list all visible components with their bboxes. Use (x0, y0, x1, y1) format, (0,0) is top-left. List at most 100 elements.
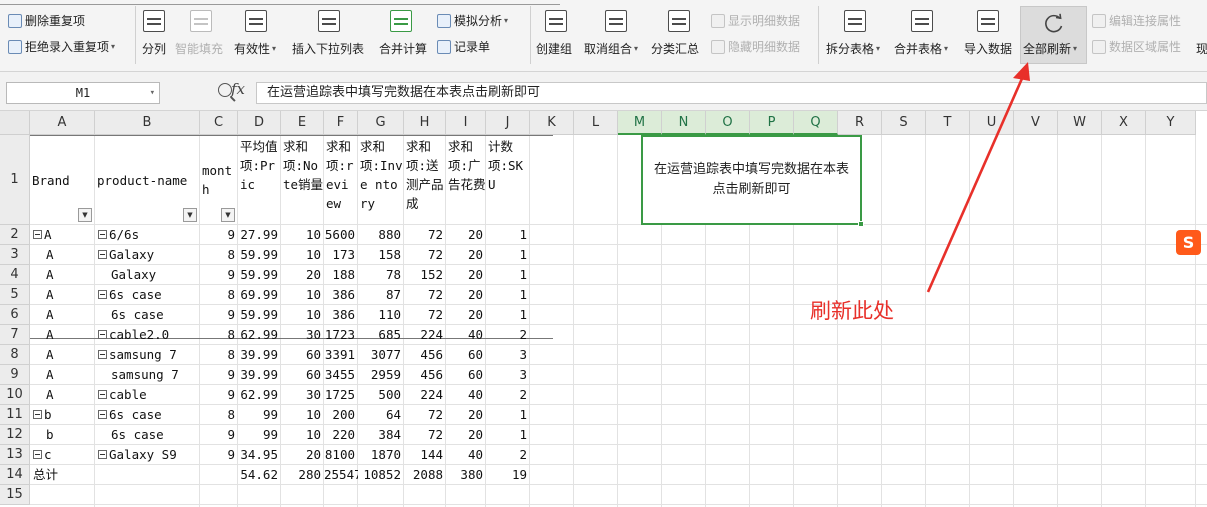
pivot-cell[interactable]: 9 (200, 265, 238, 285)
pivot-cell[interactable]: 59.99 (238, 245, 281, 265)
zoom-icon[interactable] (218, 83, 232, 97)
pivot-cell[interactable]: 6s case (95, 425, 200, 445)
pivot-cell[interactable]: 10 (281, 225, 324, 245)
pivot-cell[interactable]: 20 (446, 265, 486, 285)
collapse-toggle-icon[interactable] (33, 410, 42, 419)
pivot-cell[interactable]: 20 (446, 285, 486, 305)
pivot-cell[interactable]: A (30, 305, 95, 325)
pivot-cell[interactable]: 72 (404, 305, 446, 325)
select-all-corner[interactable] (0, 111, 30, 135)
pivot-cell[interactable]: 6/6s (95, 225, 200, 245)
pivot-cell[interactable]: 99 (238, 425, 281, 445)
pivot-cell[interactable]: Galaxy (95, 245, 200, 265)
pivot-cell[interactable]: A (30, 225, 95, 245)
create-group-button[interactable]: 创建组 (536, 40, 572, 57)
pivot-cell[interactable]: 64 (358, 405, 404, 425)
pivot-cell[interactable]: 8 (200, 345, 238, 365)
row-header-3[interactable]: 3 (0, 245, 30, 265)
pivot-cell[interactable]: 158 (358, 245, 404, 265)
collapse-toggle-icon[interactable] (98, 350, 107, 359)
pivot-cell[interactable]: 20 (446, 405, 486, 425)
pivot-header-5[interactable]: 求和项:Note销量 (281, 135, 324, 225)
fx-icon[interactable]: fx (231, 80, 245, 98)
pivot-cell[interactable]: 9 (200, 425, 238, 445)
column-header-s[interactable]: S (882, 111, 926, 135)
what-if-analysis-button[interactable]: 模拟分析 ▾ (437, 12, 508, 29)
pivot-cell[interactable]: 20 (446, 305, 486, 325)
pivot-cell[interactable]: 110 (358, 305, 404, 325)
pivot-cell[interactable]: 20 (446, 425, 486, 445)
pivot-cell[interactable]: 78 (358, 265, 404, 285)
pivot-cell[interactable]: 27.99 (238, 225, 281, 245)
pivot-cell[interactable]: 500 (358, 385, 404, 405)
show-detail-button[interactable]: 显示明细数据 (711, 12, 800, 29)
fill-handle[interactable] (858, 221, 864, 227)
name-box[interactable]: M1 ▾ (6, 82, 160, 104)
pivot-cell[interactable]: 34.95 (238, 445, 281, 465)
pivot-cell[interactable]: 188 (324, 265, 358, 285)
row-header-10[interactable]: 10 (0, 385, 30, 405)
pivot-header-4[interactable]: 平均值项:Pric (238, 135, 281, 225)
pivot-cell[interactable]: 20 (446, 225, 486, 245)
row-header-6[interactable]: 6 (0, 305, 30, 325)
pivot-cell[interactable]: 8 (200, 325, 238, 345)
pivot-cell[interactable]: 1 (486, 305, 530, 325)
pivot-cell[interactable]: 1 (486, 405, 530, 425)
column-header-a[interactable]: A (30, 111, 95, 135)
collapse-toggle-icon[interactable] (98, 390, 107, 399)
pivot-cell[interactable]: 220 (324, 425, 358, 445)
pivot-cell[interactable]: Galaxy S9 (95, 445, 200, 465)
filter-dropdown-icon[interactable]: ▼ (221, 208, 235, 222)
consolidate-button[interactable]: 合并计算 (379, 40, 427, 57)
pivot-cell[interactable]: 8100 (324, 445, 358, 465)
pivot-cell[interactable]: 60 (446, 345, 486, 365)
refresh-all-button[interactable]: 全部刷新 ▾ (1020, 6, 1087, 64)
pivot-cell[interactable]: 6s case (95, 285, 200, 305)
column-header-t[interactable]: T (926, 111, 970, 135)
filter-dropdown-icon[interactable]: ▼ (78, 208, 92, 222)
pivot-cell[interactable]: 99 (238, 405, 281, 425)
pivot-total-cell[interactable]: 19 (486, 465, 530, 485)
smart-fill-button[interactable]: 智能填充 (175, 40, 223, 57)
row-header-11[interactable]: 11 (0, 405, 30, 425)
column-header-v[interactable]: V (1014, 111, 1058, 135)
pivot-cell[interactable]: A (30, 285, 95, 305)
pivot-cell[interactable]: A (30, 265, 95, 285)
merge-table-button[interactable]: 合并表格 ▾ (894, 40, 948, 57)
pivot-cell[interactable]: 386 (324, 305, 358, 325)
pivot-cell[interactable]: 8 (200, 245, 238, 265)
column-header-c[interactable]: C (200, 111, 238, 135)
pivot-total-cell[interactable]: 54.62 (238, 465, 281, 485)
pivot-cell[interactable]: 62.99 (238, 325, 281, 345)
import-data-button[interactable]: 导入数据 (964, 40, 1012, 57)
pivot-cell[interactable]: 10 (281, 305, 324, 325)
pivot-cell[interactable]: 3391 (324, 345, 358, 365)
pivot-cell[interactable]: 9 (200, 445, 238, 465)
pivot-cell[interactable]: 87 (358, 285, 404, 305)
column-header-f[interactable]: F (324, 111, 358, 135)
formula-input[interactable]: 在运营追踪表中填写完数据在本表点击刷新即可 (256, 82, 1207, 104)
pivot-cell[interactable]: 9 (200, 365, 238, 385)
row-header-8[interactable]: 8 (0, 345, 30, 365)
pivot-cell[interactable]: 2 (486, 445, 530, 465)
pivot-cell[interactable]: 8 (200, 405, 238, 425)
column-header-i[interactable]: I (446, 111, 486, 135)
column-header-l[interactable]: L (574, 111, 618, 135)
pivot-cell[interactable]: 40 (446, 325, 486, 345)
pivot-cell[interactable]: 152 (404, 265, 446, 285)
collapse-toggle-icon[interactable] (33, 230, 42, 239)
pivot-cell[interactable]: 39.99 (238, 365, 281, 385)
remove-duplicates-button[interactable]: 删除重复项 (8, 12, 85, 29)
pivot-cell[interactable]: 880 (358, 225, 404, 245)
pivot-cell[interactable]: b (30, 425, 95, 445)
pivot-cell[interactable]: 3 (486, 345, 530, 365)
column-header-m[interactable]: M (618, 111, 662, 135)
column-header-e[interactable]: E (281, 111, 324, 135)
collapse-toggle-icon[interactable] (98, 250, 107, 259)
spreadsheet-grid[interactable]: ABCDEFGHIJKLMNOPQRSTUVWXY 1 2 3 4 5 6 7 8 9 10 11 1… (0, 111, 1207, 507)
pivot-cell[interactable]: A (30, 325, 95, 345)
column-header-y[interactable]: Y (1146, 111, 1196, 135)
pivot-cell[interactable]: 72 (404, 245, 446, 265)
pivot-cell[interactable]: 20 (281, 265, 324, 285)
pivot-cell[interactable]: 30 (281, 385, 324, 405)
